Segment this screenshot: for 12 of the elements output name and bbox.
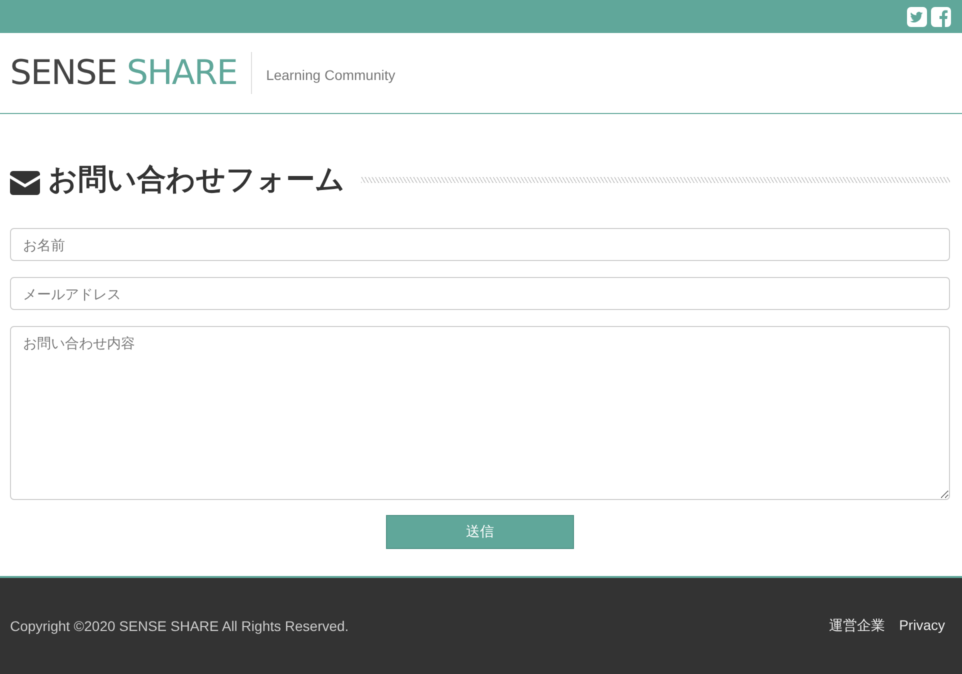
input-field[interactable]: メールアドレス [10,277,950,310]
form-title: お問い合わせフォーム [48,163,345,198]
message-field[interactable]: お問い合わせ内容 [10,326,950,500]
footer-link[interactable]: 運営企業 [829,617,886,635]
footer-link[interactable]: Privacy [899,617,945,635]
tagline: Learning Community [266,67,396,83]
input-field[interactable]: お名前 [10,228,950,261]
logo-text[interactable]: SENSE [10,53,117,93]
envelope-icon [10,171,40,195]
copyright-text: Copyright ©2020 SENSE SHARE All Rights Reserved. [10,618,349,634]
twitter-icon[interactable] [907,6,927,26]
facebook-icon[interactable] [931,6,951,26]
